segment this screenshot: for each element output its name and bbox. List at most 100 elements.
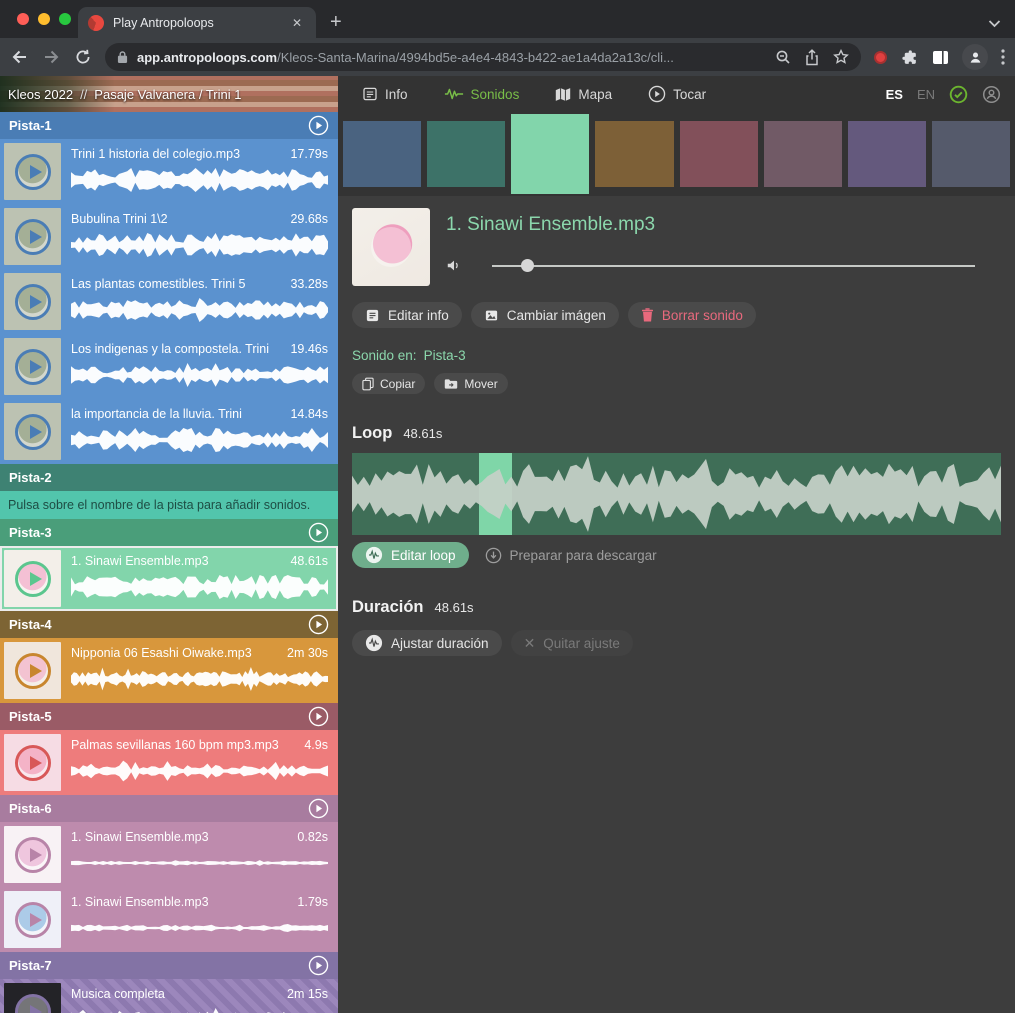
clip-row[interactable]: Bubulina Trini 1\229.68s [0,204,338,269]
tab-sonidos[interactable]: Sonidos [444,87,520,102]
browser-menu-icon[interactable] [1001,49,1005,65]
duration-actions: Ajustar duración ✕ Quitar ajuste [352,630,1001,656]
clip-thumbnail[interactable] [4,208,61,265]
clip-thumbnail[interactable] [4,338,61,395]
bookmark-star-icon[interactable] [833,49,849,65]
clip-row[interactable]: Palmas sevillanas 160 bpm mp3.mp34.9s [0,730,338,795]
track-tab-pista-5[interactable] [680,121,758,187]
lock-icon[interactable] [117,50,128,64]
clip-play-icon[interactable] [15,653,51,689]
extensions-puzzle-icon[interactable] [900,48,919,67]
side-panel-icon[interactable] [932,50,949,65]
track-tab-pista-6[interactable] [764,121,842,187]
clip-play-icon[interactable] [15,745,51,781]
track-play-icon[interactable] [308,706,329,727]
remove-adjust-button[interactable]: ✕ Quitar ajuste [511,630,633,656]
prepare-download-button[interactable]: Preparar para descargar [485,547,657,564]
clip-row[interactable]: Trini 1 historia del colegio.mp317.79s [0,139,338,204]
clip-thumbnail[interactable] [4,143,61,200]
clip-row[interactable]: 1. Sinawi Ensemble.mp31.79s [0,887,338,952]
zoom-page-icon[interactable] [775,49,791,65]
reload-button[interactable] [74,48,92,66]
clip-play-icon[interactable] [15,154,51,190]
breadcrumb-project[interactable]: Kleos 2022 [8,87,73,102]
clip-play-icon[interactable] [15,284,51,320]
clip-row[interactable]: 1. Sinawi Ensemble.mp30.82s [0,822,338,887]
clip-play-icon[interactable] [15,561,51,597]
delete-sound-button[interactable]: Borrar sonido [628,302,756,328]
volume-slider[interactable] [492,265,975,267]
tab-mapa[interactable]: Mapa [555,87,612,102]
close-window-button[interactable] [17,13,29,25]
new-tab-button[interactable]: + [330,12,342,32]
clip-play-icon[interactable] [15,414,51,450]
sound-location-track-link[interactable]: Pista-3 [424,348,466,363]
clip-row[interactable]: Las plantas comestibles. Trini 533.28s [0,269,338,334]
loop-waveform-panel[interactable] [352,453,1001,535]
track-play-icon[interactable] [308,614,329,635]
browser-tab[interactable]: Play Antropoloops ✕ [78,7,316,38]
track-header-pista-3[interactable]: Pista-3 [0,519,338,546]
profile-avatar[interactable] [962,44,988,70]
clip-row[interactable]: la importancia de la lluvia. Trini14.84s [0,399,338,464]
clip-play-icon[interactable] [15,994,51,1013]
forward-button[interactable] [42,48,61,66]
minimize-window-button[interactable] [38,13,50,25]
track-tab-pista-7[interactable] [848,121,926,187]
track-tab-pista-2[interactable] [427,121,505,187]
track-header-pista-7[interactable]: Pista-7 [0,952,338,979]
share-icon[interactable] [805,49,819,66]
clip-row-selected[interactable]: 1. Sinawi Ensemble.mp348.61s [0,546,338,611]
track-play-icon[interactable] [308,522,329,543]
clip-row[interactable]: Musica completa2m 15s [0,979,338,1013]
adjust-duration-button[interactable]: Ajustar duración [352,630,502,656]
track-tab-pista-8[interactable] [932,121,1010,187]
sound-play-icon[interactable] [371,227,411,267]
track-header-pista-4[interactable]: Pista-4 [0,611,338,638]
track-play-icon[interactable] [308,798,329,819]
volume-slider-thumb[interactable] [521,259,534,272]
track-tab-pista-3-active[interactable] [511,114,589,194]
lang-en-button[interactable]: EN [917,87,935,102]
back-button[interactable] [10,48,29,66]
track-play-icon[interactable] [308,955,329,976]
clip-thumbnail[interactable] [4,983,61,1013]
tab-search-chevron-icon[interactable] [988,19,1001,28]
lang-es-button[interactable]: ES [886,87,903,102]
clip-thumbnail[interactable] [4,642,61,699]
copy-button[interactable]: Copiar [352,373,425,394]
clip-play-icon[interactable] [15,349,51,385]
volume-icon[interactable] [446,258,462,273]
track-tab-pista-4[interactable] [595,121,673,187]
clip-play-icon[interactable] [15,837,51,873]
clip-thumbnail[interactable] [4,891,61,948]
address-bar[interactable]: app.antropoloops.com/Kleos-Santa-Marina/… [105,43,861,71]
clip-play-icon[interactable] [15,902,51,938]
track-header-pista-6[interactable]: Pista-6 [0,795,338,822]
edit-info-button[interactable]: Editar info [352,302,462,328]
clip-play-icon[interactable] [15,219,51,255]
sound-thumbnail[interactable] [352,208,430,286]
track-header-pista-5[interactable]: Pista-5 [0,703,338,730]
track-header-pista-1[interactable]: Pista-1 [0,112,338,139]
clip-row[interactable]: Los indigenas y la compostela. Trini19.4… [0,334,338,399]
change-image-button[interactable]: Cambiar imágen [471,302,619,328]
track-header-pista-2[interactable]: Pista-2 [0,464,338,491]
clip-thumbnail[interactable] [4,734,61,791]
clip-thumbnail[interactable] [4,273,61,330]
track-play-icon[interactable] [308,115,329,136]
edit-loop-button[interactable]: Editar loop [352,542,469,568]
track-tab-pista-1[interactable] [343,121,421,187]
recording-extension-icon[interactable] [874,51,887,64]
clip-row[interactable]: Nipponia 06 Esashi Oiwake.mp32m 30s [0,638,338,703]
move-button[interactable]: Mover [434,373,507,394]
fullscreen-window-button[interactable] [59,13,71,25]
clip-thumbnail[interactable] [4,826,61,883]
clip-thumbnail[interactable] [4,403,61,460]
tab-info[interactable]: Info [362,86,408,102]
account-icon[interactable] [982,85,1001,104]
clip-thumbnail[interactable] [4,550,61,607]
project-map-thumbnail[interactable]: Kleos 2022 // Pasaje Valvanera / Trini 1 [0,76,338,112]
tab-close-icon[interactable]: ✕ [288,14,306,32]
tab-tocar[interactable]: Tocar [648,85,706,103]
